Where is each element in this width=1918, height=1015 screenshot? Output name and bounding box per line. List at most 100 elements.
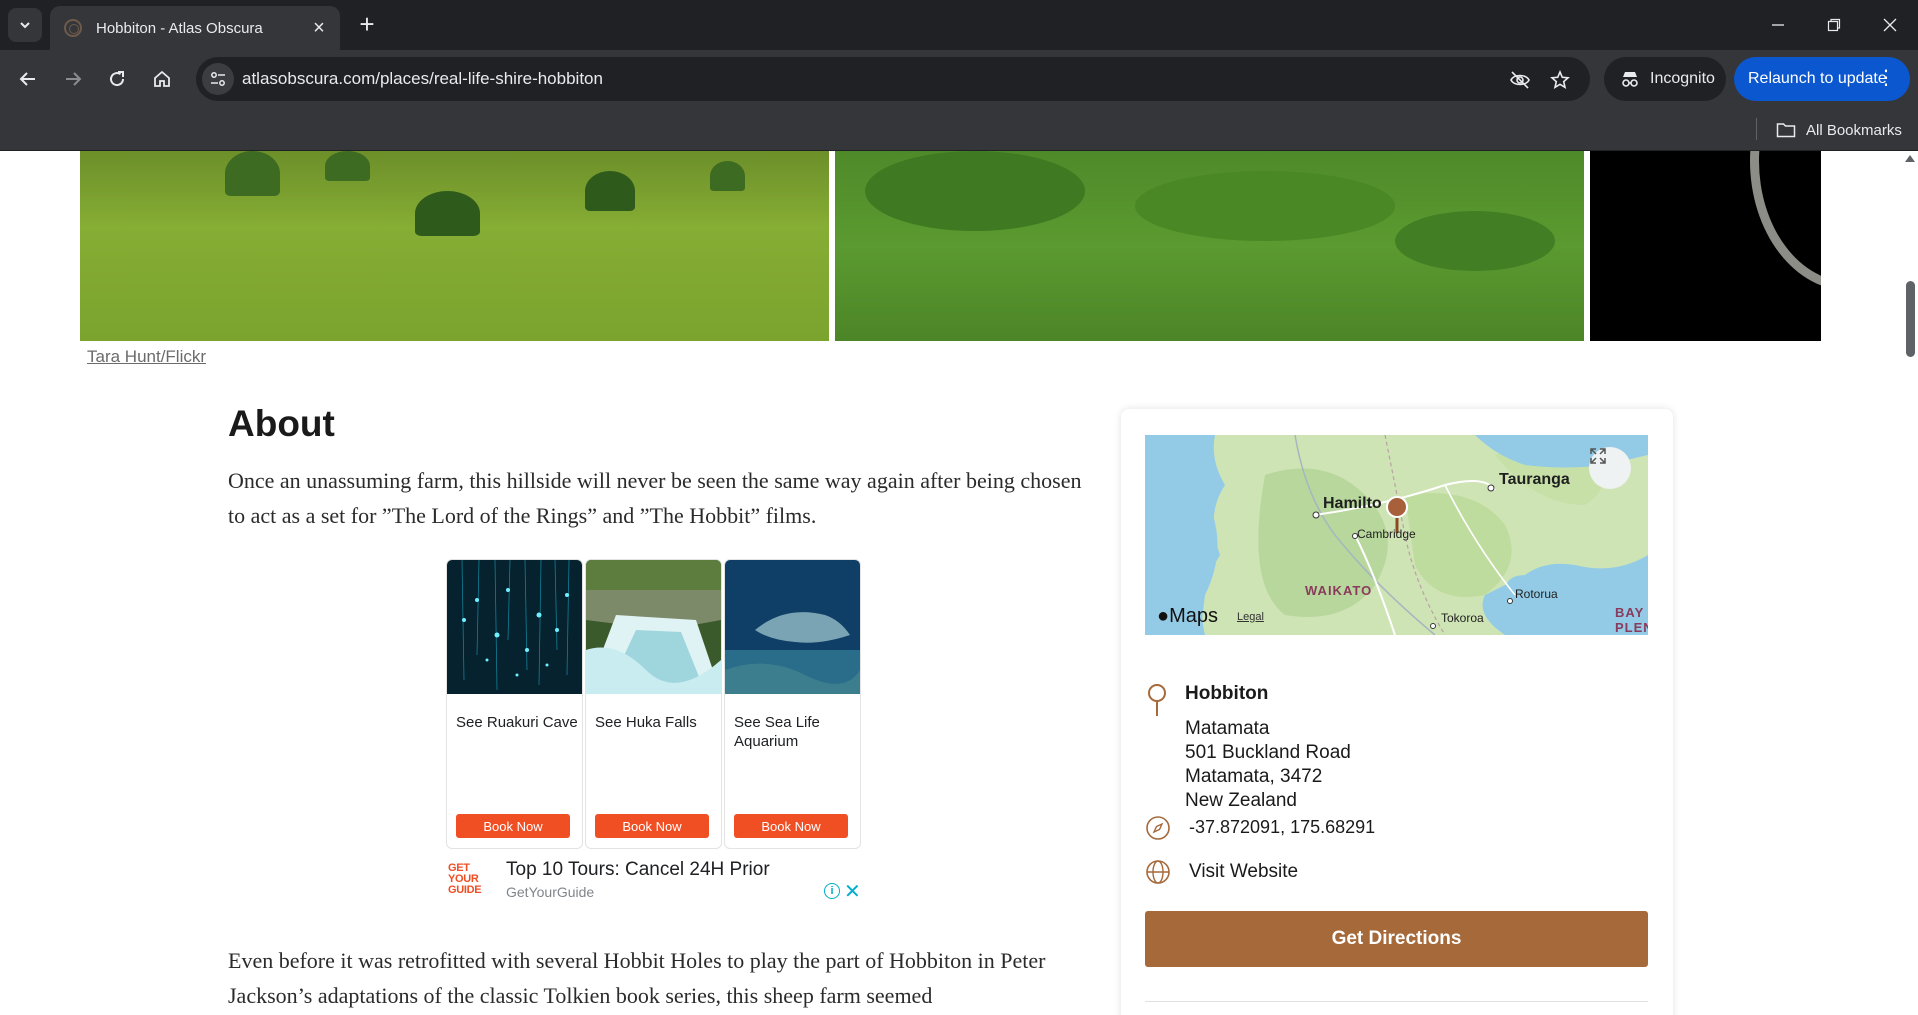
photo-credit-link[interactable]: Tara Hunt/Flickr [87, 347, 206, 367]
map-label-tokoroa: Tokoroa [1441, 611, 1484, 625]
about-paragraph-1: Once an unassuming farm, this hillside w… [228, 468, 1082, 528]
ad-card-caption: See Ruakuri Cave [456, 714, 578, 731]
ad-info-icon[interactable]: i [824, 883, 840, 899]
map-label-tauranga: Tauranga [1499, 471, 1570, 488]
gallery-photo-hillside[interactable] [80, 151, 829, 341]
forward-button[interactable] [55, 61, 91, 97]
place-coordinates: -37.872091, 175.68291 [1189, 817, 1376, 837]
scroll-thumb[interactable] [1906, 281, 1915, 357]
ad-card-caption: See Huka Falls [595, 714, 697, 731]
restore-button[interactable] [1806, 0, 1862, 50]
atlas-obscura-favicon-icon [64, 19, 82, 37]
folder-icon [1776, 123, 1796, 138]
map-label-plenty: PLEN [1615, 620, 1648, 635]
site-info-button[interactable] [202, 63, 234, 95]
map-label-waikato: WAIKATO [1305, 583, 1373, 598]
grass-tuft [225, 151, 280, 196]
incognito-icon [1622, 72, 1638, 87]
chevron-down-icon [20, 22, 30, 29]
tab-title: Hobbiton - Atlas Obscura [96, 19, 263, 37]
reload-icon [110, 71, 125, 87]
tab-search-button[interactable] [8, 8, 42, 42]
globe-icon [1146, 860, 1170, 884]
star-icon[interactable] [1548, 68, 1572, 92]
minimize-button[interactable] [1750, 0, 1806, 50]
address-bar[interactable]: atlasobscura.com/places/real-life-shire-… [196, 57, 1590, 101]
ad-advertiser: GetYourGuide [506, 884, 595, 900]
page-scrollbar[interactable] [1902, 151, 1918, 1015]
place-address: Matamata 501 Buckland Road Matamata, 347… [1185, 717, 1351, 813]
glowworm-cave-image [447, 560, 582, 694]
address-line: Matamata [1185, 718, 1270, 739]
ad-close-icon[interactable]: ✕ [844, 879, 861, 904]
location-pin-icon [1148, 684, 1166, 716]
close-icon [1883, 18, 1897, 32]
grass-tuft [415, 191, 480, 236]
visit-website-link[interactable]: Visit Website [1189, 861, 1298, 883]
waterfall-image [586, 560, 721, 694]
expand-icon [1590, 448, 1606, 464]
ad-headline[interactable]: Top 10 Tours: Cancel 24H Prior [506, 859, 770, 881]
map-label-rotorua: Rotorua [1515, 587, 1558, 601]
tab-close-icon[interactable]: × [308, 17, 330, 40]
grass-mound [1135, 171, 1395, 241]
new-tab-button[interactable]: + [352, 10, 382, 40]
relaunch-label: Relaunch to update [1748, 70, 1887, 87]
map-label-cambridge: Cambridge [1357, 527, 1416, 541]
browser-toolbar: atlasobscura.com/places/real-life-shire-… [0, 50, 1918, 108]
reload-button[interactable] [99, 61, 135, 97]
about-paragraph-2: Even before it was retrofitted with seve… [228, 948, 1046, 1008]
bookmarks-divider [1756, 118, 1757, 140]
logo-line: GUIDE [448, 884, 482, 896]
book-now-button[interactable]: Book Now [456, 814, 570, 838]
page-viewport: Tara Hunt/Flickr About Once an unassumin… [0, 151, 1918, 1015]
home-icon [154, 70, 170, 87]
gallery-photo-mossy-slope[interactable] [835, 151, 1584, 341]
incognito-indicator[interactable]: Incognito [1604, 57, 1726, 101]
map-expand-button[interactable] [1589, 447, 1631, 489]
getyourguide-logo: GET YOUR GUIDE [448, 863, 482, 896]
ad-card-ruakuri[interactable]: See Ruakuri Cave Book Now [446, 559, 583, 849]
ad-card-caption: See Sea Life Aquarium [734, 714, 820, 750]
restore-icon [1827, 18, 1841, 32]
more-menu-icon[interactable]: ⋮ [1876, 65, 1896, 91]
eye-off-icon[interactable] [1508, 68, 1532, 92]
stingray-image [725, 560, 860, 694]
back-button[interactable] [10, 61, 46, 97]
map-legal-link[interactable]: Legal [1237, 611, 1264, 623]
apple-maps-logo: ●Maps [1157, 605, 1218, 628]
book-now-button[interactable]: Book Now [595, 814, 709, 838]
ad-card-huka-falls[interactable]: See Huka Falls Book Now [585, 559, 722, 849]
location-map[interactable]: Hamilto Tauranga Cambridge WAIKATO Rotor… [1145, 435, 1648, 635]
scroll-up-arrow-icon[interactable] [1905, 155, 1915, 162]
address-line: New Zealand [1185, 790, 1297, 811]
about-heading: About [228, 403, 335, 444]
grass-tuft [585, 171, 635, 211]
all-bookmarks-button[interactable]: All Bookmarks [1776, 117, 1902, 143]
maps-brand-label: Maps [1169, 605, 1218, 627]
tab-active[interactable]: Hobbiton - Atlas Obscura × [50, 6, 340, 50]
address-line: Matamata, 3472 [1185, 766, 1323, 787]
tune-icon [211, 72, 225, 86]
url-text[interactable]: atlasobscura.com/places/real-life-shire-… [242, 69, 603, 89]
relaunch-button[interactable]: Relaunch to update ⋮ [1734, 57, 1910, 101]
get-directions-button[interactable]: Get Directions [1145, 911, 1648, 967]
ad-footer[interactable]: GET YOUR GUIDE Top 10 Tours: Cancel 24H … [446, 857, 862, 905]
tab-strip: Hobbiton - Atlas Obscura × + [0, 0, 1918, 50]
place-name: Hobbiton [1185, 683, 1269, 704]
apple-logo-icon: ● [1157, 605, 1170, 627]
place-info-card: Hamilto Tauranga Cambridge WAIKATO Rotor… [1121, 409, 1673, 1015]
home-button[interactable] [144, 61, 180, 97]
book-now-button[interactable]: Book Now [734, 814, 848, 838]
map-label-bay: BAY [1615, 605, 1645, 620]
address-line: 501 Buckland Road [1185, 742, 1351, 763]
close-window-button[interactable] [1862, 0, 1918, 50]
gallery-photo-round-door[interactable] [1590, 151, 1821, 341]
incognito-label: Incognito [1650, 70, 1715, 87]
grass-mound [865, 151, 1085, 231]
map-label-hamilton: Hamilto [1323, 495, 1382, 512]
sponsored-ad[interactable]: See Ruakuri Cave Book Now See Huka Falls… [446, 559, 862, 911]
ad-card-sea-life[interactable]: See Sea Life Aquarium Book Now [724, 559, 861, 849]
card-divider [1145, 1001, 1648, 1002]
all-bookmarks-label: All Bookmarks [1806, 121, 1902, 139]
